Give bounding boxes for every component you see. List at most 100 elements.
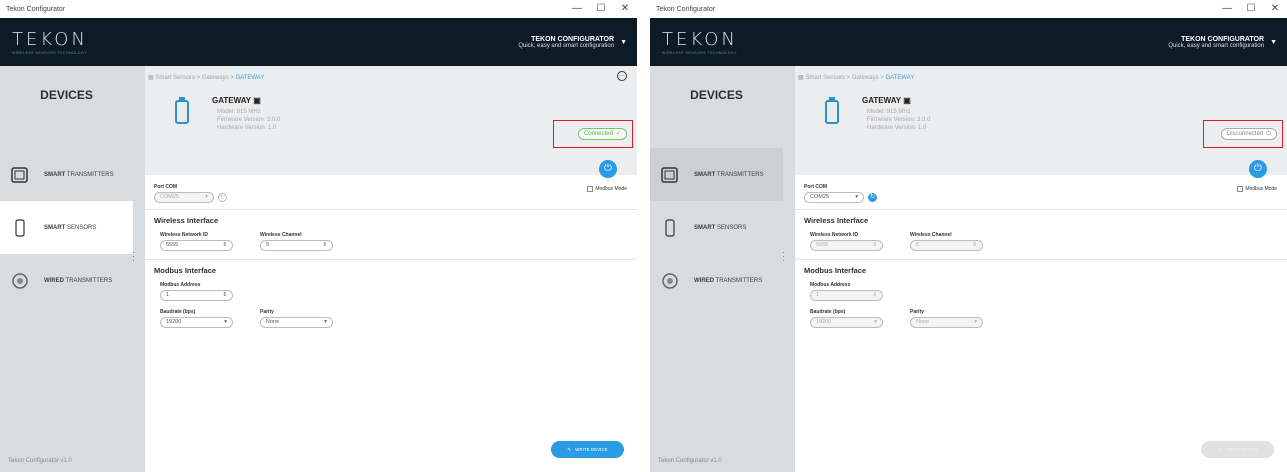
sidebar-item-bold: WIRED: [44, 277, 64, 284]
document-icon[interactable]: ▣: [903, 96, 911, 105]
drag-handle[interactable]: · · ·: [782, 249, 785, 265]
sidebar-item-smart-transmitters[interactable]: SMART TRANSMITTERS: [650, 148, 783, 201]
minimize-button[interactable]: —: [1215, 0, 1239, 18]
write-device-button[interactable]: ✎ WRITE DEVICE: [1201, 441, 1274, 458]
divider: [795, 209, 1287, 210]
breadcrumb-separator: >: [880, 75, 884, 81]
sidebar-item-label: TRANSMITTERS: [714, 277, 763, 284]
wireless-network-value: 5555: [816, 242, 829, 248]
device-header: ▦ Smart Sensors > Gateways > GATEWAY … G…: [145, 66, 637, 175]
sidebar-item-smart-sensors[interactable]: SMART SENSORS: [0, 201, 133, 254]
device-header: ▦ Smart Sensors > Gateways > GATEWAY GAT…: [795, 66, 1287, 175]
parity-value: None: [266, 319, 280, 325]
chevron-down-icon[interactable]: ▼: [620, 39, 627, 46]
stepper-icon[interactable]: ⇕: [872, 291, 877, 300]
modbus-mode-toggle[interactable]: Modbus Mode: [1237, 186, 1277, 192]
port-com-select[interactable]: COM25 ▾: [804, 192, 864, 203]
header-menu[interactable]: TEKON CONFIGURATOR Quick, easy and smart…: [1168, 36, 1277, 49]
device-model: Model: 915 MHz: [217, 109, 261, 115]
sidebar-item-bold: SMART: [44, 171, 66, 178]
breadcrumb-item[interactable]: Smart Sensors: [805, 75, 845, 81]
modbus-address-value: 1: [166, 292, 170, 298]
close-button[interactable]: ✕: [1263, 0, 1287, 18]
stepper-icon[interactable]: ⇕: [222, 291, 227, 300]
parity-select[interactable]: None ▾: [910, 317, 983, 328]
logo: TEKON WIRELESS SENSORS TECHNOLOGY: [662, 29, 738, 55]
header-subtitle: Quick, easy and smart configuration: [518, 42, 615, 49]
maximize-button[interactable]: ☐: [589, 0, 613, 18]
wireless-network-input[interactable]: 5555 ⇕: [810, 240, 883, 251]
modbus-address-field: Modbus Address 1 ⇕: [160, 282, 233, 301]
document-icon[interactable]: ▣: [253, 96, 261, 105]
minimize-button[interactable]: —: [565, 0, 589, 18]
refresh-icon[interactable]: ↻: [868, 193, 877, 202]
write-device-label: WRITE DEVICE: [1225, 447, 1258, 452]
modbus-mode-checkbox[interactable]: [1237, 186, 1244, 192]
wireless-channel-label: Wireless Channel: [910, 232, 952, 238]
baudrate-field: Baudrate (bps) 19200 ▾: [160, 309, 233, 328]
refresh-icon[interactable]: ↻: [218, 193, 227, 202]
stepper-icon[interactable]: ⇕: [872, 241, 877, 250]
power-button[interactable]: ⏻: [599, 160, 617, 178]
device-hardware: Hardware Version: 1.0: [217, 125, 277, 131]
breadcrumb-separator: >: [846, 75, 851, 81]
device-firmware: Firmware Version: 3.0.0: [867, 117, 931, 123]
breadcrumb-item[interactable]: Smart Sensors: [155, 75, 195, 81]
header-menu[interactable]: TEKON CONFIGURATOR Quick, easy and smart…: [518, 36, 627, 49]
baudrate-select[interactable]: 19200 ▾: [160, 317, 233, 328]
sidebar: DEVICES SMART TRANSMITTERS SMART SENSORS…: [650, 66, 783, 472]
sidebar-item-label: SENSORS: [715, 224, 747, 231]
breadcrumb-item[interactable]: Gateways: [202, 75, 229, 81]
maximize-button[interactable]: ☐: [1239, 0, 1263, 18]
sidebar-item-wired-transmitters[interactable]: WIRED TRANSMITTERS: [650, 254, 783, 307]
chevron-down-icon[interactable]: ▼: [1270, 39, 1277, 46]
drag-handle[interactable]: · · ·: [132, 249, 135, 265]
title-bar: Tekon Configurator — ☐ ✕: [650, 0, 1287, 18]
modbus-interface-title: Modbus Interface: [154, 266, 217, 275]
modbus-address-input[interactable]: 1 ⇕: [160, 290, 233, 301]
wireless-network-value: 5555: [166, 242, 179, 248]
wireless-network-field: Wireless Network ID 5555 ⇕: [160, 232, 233, 251]
wireless-channel-input[interactable]: 5 ⇕: [260, 240, 333, 251]
port-com-select[interactable]: COM25 ▾: [154, 192, 214, 203]
wireless-channel-input[interactable]: 5 ⇕: [910, 240, 983, 251]
stepper-icon[interactable]: ⇕: [322, 241, 327, 250]
close-button[interactable]: ✕: [613, 0, 637, 18]
sidebar-item-smart-transmitters[interactable]: SMART TRANSMITTERS: [0, 148, 133, 201]
divider: [145, 259, 637, 260]
chevron-down-icon: ▾: [205, 194, 208, 200]
modbus-address-input[interactable]: 1 ⇕: [810, 290, 883, 301]
parity-label: Parity: [260, 309, 274, 315]
stepper-icon[interactable]: ⇕: [972, 241, 977, 250]
wireless-network-field: Wireless Network ID 5555 ⇕: [810, 232, 883, 251]
wireless-channel-value: 5: [916, 242, 920, 248]
sensor-icon: [665, 218, 675, 237]
write-device-button[interactable]: ✎ WRITE DEVICE: [551, 441, 624, 458]
version-label: Tekon Configurator v1.0: [658, 458, 722, 464]
port-com-label: Port COM: [154, 184, 178, 190]
more-options-icon[interactable]: …: [617, 71, 627, 81]
parity-field: Parity None ▾: [260, 309, 333, 328]
app-header: TEKON WIRELESS SENSORS TECHNOLOGY TEKON …: [0, 18, 637, 66]
parity-select[interactable]: None ▾: [260, 317, 333, 328]
modbus-mode-toggle[interactable]: Modbus Mode: [587, 186, 627, 192]
logo-tagline: WIRELESS SENSORS TECHNOLOGY: [662, 51, 738, 55]
app-header: TEKON WIRELESS SENSORS TECHNOLOGY TEKON …: [650, 18, 1287, 66]
parity-label: Parity: [910, 309, 924, 315]
power-button[interactable]: ⏻: [1249, 160, 1267, 178]
write-device-label: WRITE DEVICE: [575, 447, 608, 452]
stepper-icon[interactable]: ⇕: [222, 241, 227, 250]
sidebar-item-label: TRANSMITTERS: [64, 277, 113, 284]
app-body: DEVICES SMART TRANSMITTERS SMART SENSORS…: [650, 66, 1287, 472]
wireless-network-input[interactable]: 5555 ⇕: [160, 240, 233, 251]
sidebar-item-wired-transmitters[interactable]: WIRED TRANSMITTERS: [0, 254, 133, 307]
modbus-mode-checkbox[interactable]: [587, 186, 594, 192]
main-panel: ▦ Smart Sensors > Gateways > GATEWAY GAT…: [795, 66, 1287, 472]
logo-word: TEKON: [12, 29, 88, 50]
wireless-channel-value: 5: [266, 242, 270, 248]
sidebar-item-smart-sensors[interactable]: SMART SENSORS: [650, 201, 783, 254]
device-name: GATEWAY: [212, 96, 251, 105]
breadcrumb-item[interactable]: Gateways: [852, 75, 879, 81]
sidebar-title: DEVICES: [40, 88, 93, 102]
baudrate-select[interactable]: 19200 ▾: [810, 317, 883, 328]
